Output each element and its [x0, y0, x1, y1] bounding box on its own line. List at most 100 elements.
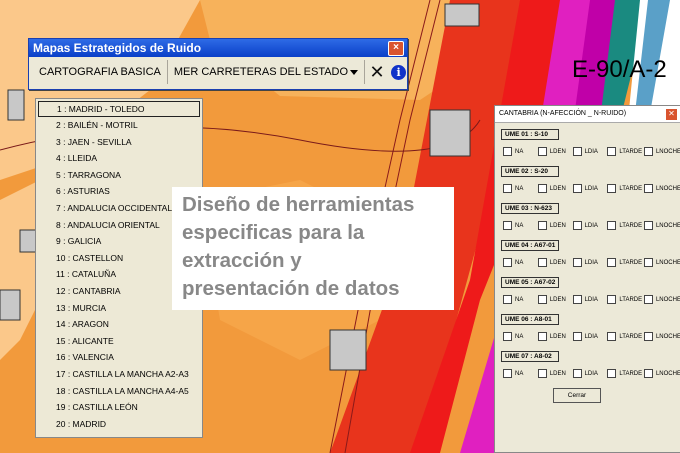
checkbox[interactable]: [537, 184, 547, 193]
cerrar-button[interactable]: Cerrar: [553, 388, 601, 403]
dropdown-item[interactable]: 5 : TARRAGONA: [36, 167, 202, 184]
close-icon[interactable]: ✕: [365, 62, 389, 83]
dropdown-item[interactable]: 14 : ARAGON: [36, 316, 202, 333]
dropdown-item[interactable]: 16 : VALENCIA: [36, 349, 202, 366]
option-checkbox-na[interactable]: NA: [503, 258, 538, 267]
checkbox[interactable]: [643, 147, 653, 156]
panel-close-button[interactable]: ✕: [665, 108, 678, 121]
option-checkbox-ldia[interactable]: LDIA: [572, 221, 608, 230]
option-checkbox-ltarde[interactable]: LTARDE: [607, 221, 644, 230]
carreteras-dropdown-button[interactable]: MER CARRETERAS DEL ESTADO: [168, 60, 366, 84]
option-checkbox-na[interactable]: NA: [503, 184, 538, 193]
checkbox[interactable]: [607, 295, 617, 304]
option-checkbox-na[interactable]: NA: [503, 332, 538, 341]
info-icon[interactable]: i: [391, 64, 407, 80]
option-checkbox-lden[interactable]: LDEN: [537, 147, 573, 156]
option-checkbox-lnoche[interactable]: LNOCHE: [643, 369, 680, 378]
ume-group: UME 05 : A67-02 NA LDEN LDIA LTARDE LNOCHE: [495, 271, 680, 308]
checkbox[interactable]: [537, 221, 547, 230]
checkbox[interactable]: [607, 332, 617, 341]
option-checkbox-lden[interactable]: LDEN: [537, 369, 573, 378]
option-checkbox-lnoche[interactable]: LNOCHE: [643, 147, 680, 156]
option-checkbox-lnoche[interactable]: LNOCHE: [643, 184, 680, 193]
option-checkbox-lnoche[interactable]: LNOCHE: [643, 295, 680, 304]
option-label: LTARDE: [619, 296, 643, 303]
option-label: LDEN: [549, 222, 566, 229]
option-label: LTARDE: [619, 370, 643, 377]
checkbox[interactable]: [572, 221, 582, 230]
option-checkbox-na[interactable]: NA: [503, 147, 538, 156]
checkbox[interactable]: [572, 184, 582, 193]
dropdown-item[interactable]: 20 : MADRID: [36, 416, 202, 433]
option-checkbox-lden[interactable]: LDEN: [537, 258, 573, 267]
option-checkbox-lnoche[interactable]: LNOCHE: [643, 221, 680, 230]
checkbox[interactable]: [643, 258, 653, 267]
option-checkbox-na[interactable]: NA: [503, 369, 538, 378]
dropdown-item[interactable]: 2 : BAILÉN - MOTRIL: [36, 117, 202, 134]
checkbox[interactable]: [503, 332, 512, 341]
option-checkbox-ltarde[interactable]: LTARDE: [607, 184, 644, 193]
checkbox[interactable]: [607, 221, 617, 230]
checkbox[interactable]: [503, 184, 512, 193]
checkbox[interactable]: [503, 369, 512, 378]
option-checkbox-ldia[interactable]: LDIA: [572, 184, 608, 193]
dropdown-item[interactable]: 4 : LLEIDA: [36, 150, 202, 167]
option-checkbox-na[interactable]: NA: [503, 221, 538, 230]
option-checkbox-lden[interactable]: LDEN: [537, 184, 573, 193]
checkbox[interactable]: [643, 332, 653, 341]
option-checkbox-ldia[interactable]: LDIA: [572, 258, 608, 267]
checkbox[interactable]: [537, 369, 547, 378]
dropdown-item[interactable]: 19 : CASTILLA LEÓN: [36, 399, 202, 416]
toolwindow-titlebar[interactable]: Mapas Estrategidos de Ruido ×: [29, 39, 407, 57]
option-checkbox-ltarde[interactable]: LTARDE: [607, 147, 644, 156]
option-label: LDIA: [584, 333, 598, 340]
option-checkbox-lnoche[interactable]: LNOCHE: [643, 332, 680, 341]
checkbox[interactable]: [572, 147, 582, 156]
option-checkbox-ldia[interactable]: LDIA: [572, 332, 608, 341]
ume-group-label: UME 04 : A67-01: [501, 240, 560, 251]
checkbox[interactable]: [607, 147, 617, 156]
checkbox[interactable]: [572, 295, 582, 304]
option-checkbox-na[interactable]: NA: [503, 295, 538, 304]
option-checkbox-ltarde[interactable]: LTARDE: [607, 295, 644, 304]
checkbox[interactable]: [607, 369, 617, 378]
checkbox[interactable]: [607, 258, 617, 267]
option-checkbox-ldia[interactable]: LDIA: [572, 369, 608, 378]
option-checkbox-lden[interactable]: LDEN: [537, 221, 573, 230]
checkbox[interactable]: [572, 258, 582, 267]
checkbox[interactable]: [537, 295, 547, 304]
option-checkbox-lden[interactable]: LDEN: [537, 332, 573, 341]
checkbox[interactable]: [643, 184, 653, 193]
checkbox[interactable]: [643, 221, 653, 230]
dropdown-item[interactable]: 15 : ALICANTE: [36, 333, 202, 350]
checkbox[interactable]: [537, 258, 547, 267]
road-label: E-90/A-2: [572, 56, 667, 83]
checkbox[interactable]: [607, 184, 617, 193]
dropdown-item[interactable]: 18 : CASTILLA LA MANCHA A4-A5: [36, 383, 202, 400]
checkbox[interactable]: [572, 369, 582, 378]
option-checkbox-ltarde[interactable]: LTARDE: [607, 332, 644, 341]
caption-line-3: extracción y: [182, 249, 302, 272]
toolwindow-close-button[interactable]: ×: [388, 41, 404, 56]
checkbox[interactable]: [503, 258, 512, 267]
dropdown-item[interactable]: 1 : MADRID - TOLEDO: [38, 101, 200, 117]
option-checkbox-lden[interactable]: LDEN: [537, 295, 573, 304]
option-checkbox-ltarde[interactable]: LTARDE: [607, 258, 644, 267]
option-checkbox-ldia[interactable]: LDIA: [572, 295, 608, 304]
option-checkbox-ltarde[interactable]: LTARDE: [607, 369, 644, 378]
checkbox[interactable]: [537, 332, 547, 341]
checkbox[interactable]: [503, 221, 512, 230]
checkbox[interactable]: [572, 332, 582, 341]
checkbox[interactable]: [643, 369, 653, 378]
checkbox[interactable]: [537, 147, 547, 156]
cartografia-basica-button[interactable]: CARTOGRAFIA BASICA: [33, 60, 168, 84]
option-checkbox-ldia[interactable]: LDIA: [572, 147, 608, 156]
dropdown-item[interactable]: 3 : JAEN - SEVILLA: [36, 134, 202, 151]
panel-titlebar[interactable]: CANTABRIA (N-AFECCIÓN _ N-RUIDO) ✕: [495, 106, 680, 123]
checkbox[interactable]: [503, 295, 512, 304]
dropdown-item[interactable]: 17 : CASTILLA LA MANCHA A2-A3: [36, 366, 202, 383]
checkbox[interactable]: [643, 295, 653, 304]
option-label: NA: [515, 370, 524, 377]
checkbox[interactable]: [503, 147, 512, 156]
option-checkbox-lnoche[interactable]: LNOCHE: [643, 258, 680, 267]
